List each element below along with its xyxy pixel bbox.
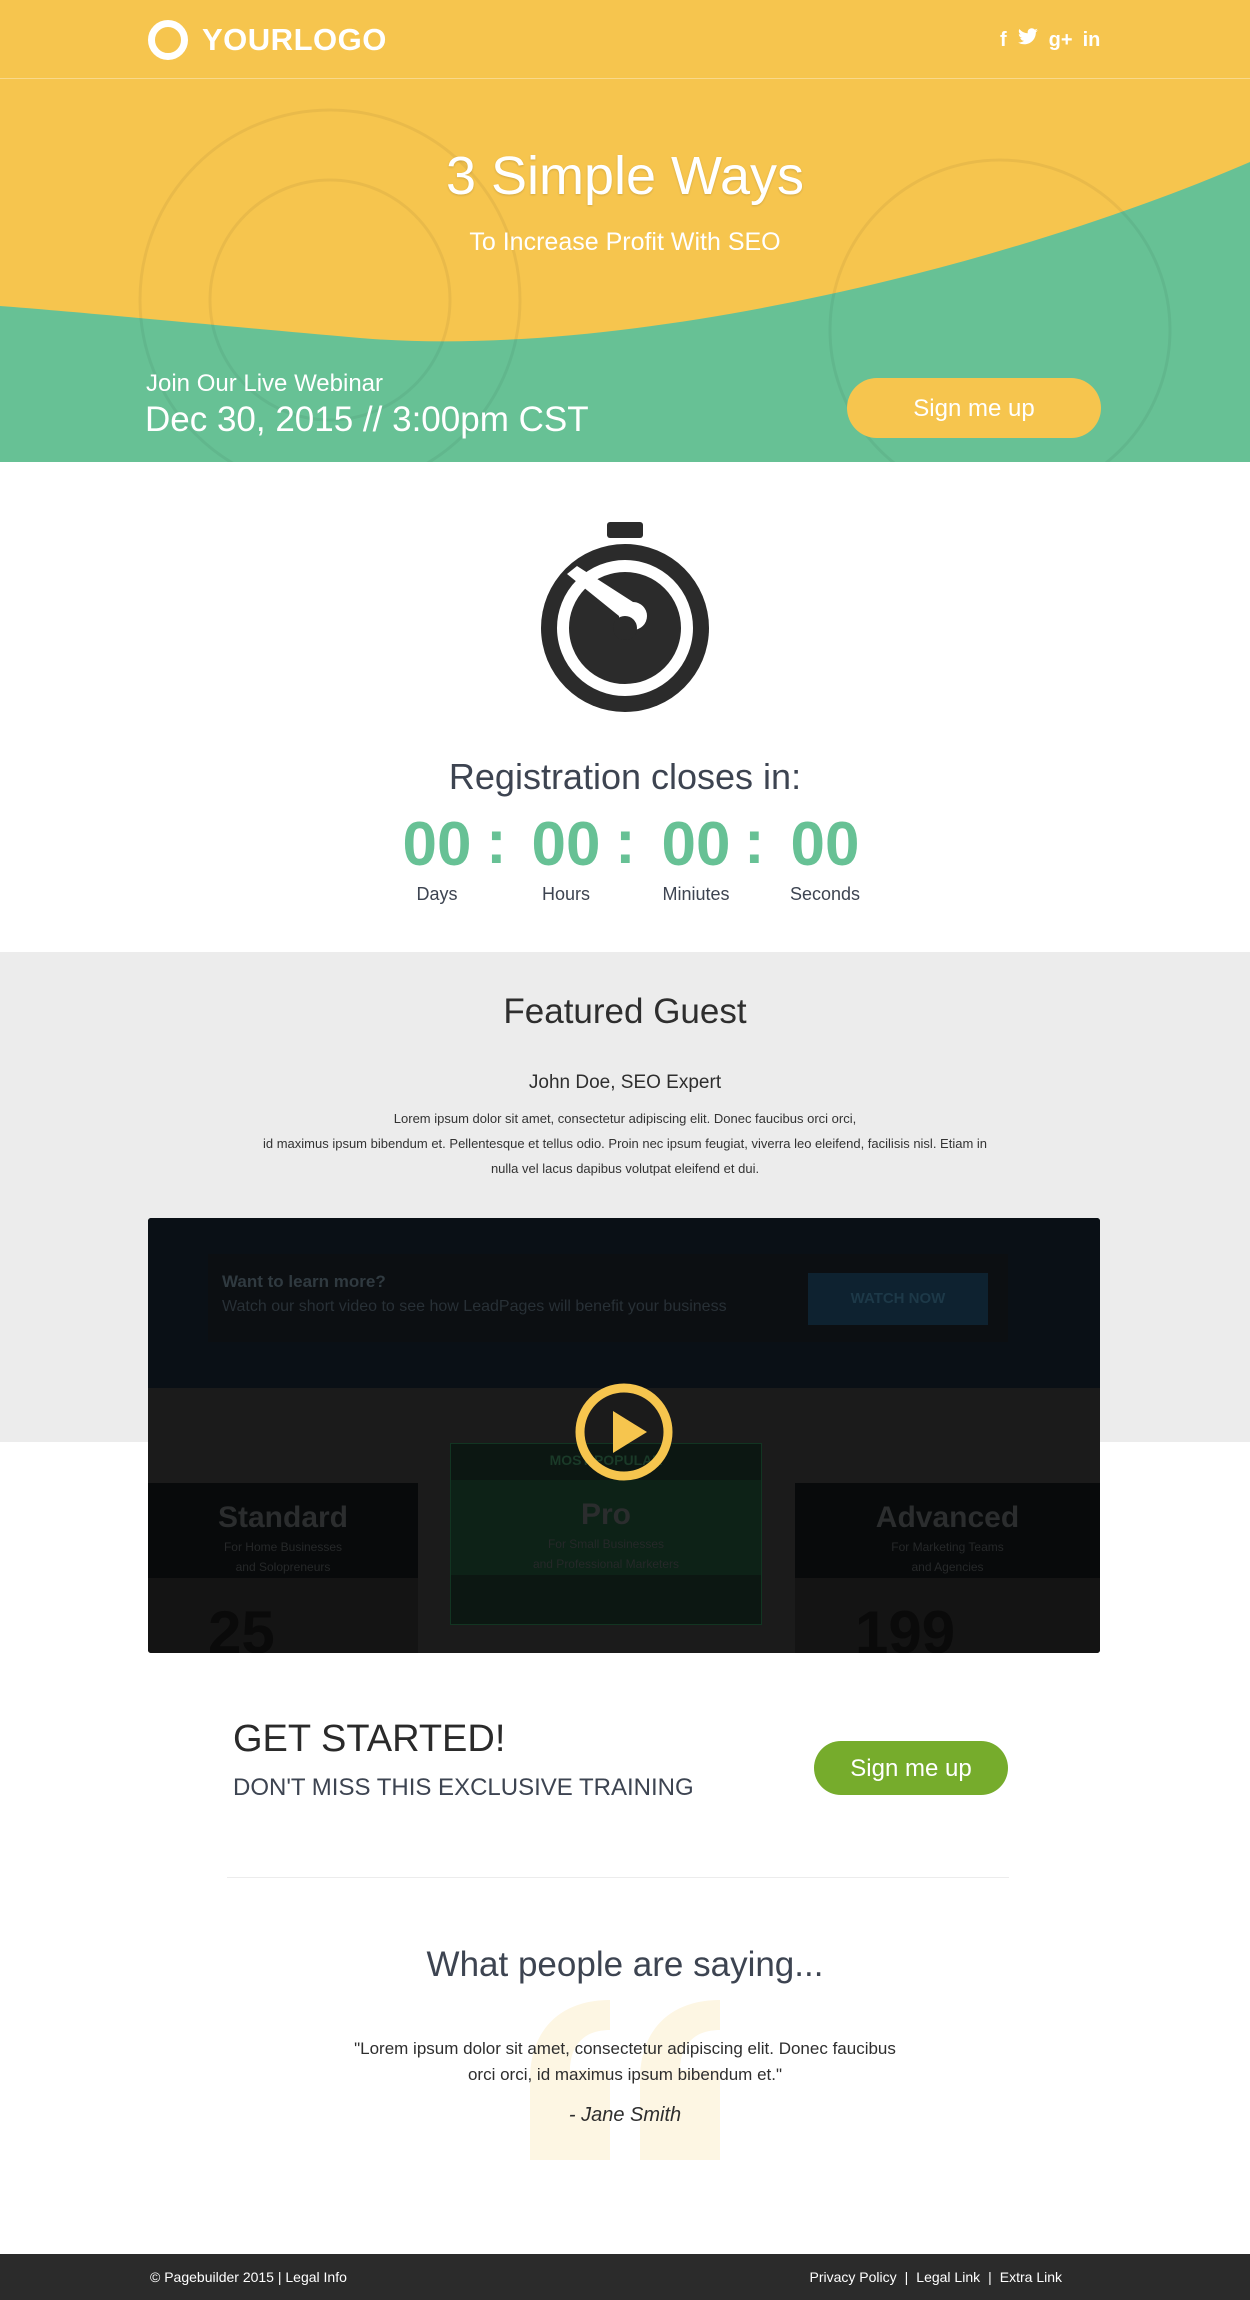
testimonial-quote: "Lorem ipsum dolor sit amet, consectetur… <box>330 2036 920 2088</box>
header-divider <box>0 78 1250 79</box>
registration-title: Registration closes in: <box>448 756 802 797</box>
hero-title: 3 Simple Ways <box>445 146 805 206</box>
featured-guest-title: Featured Guest <box>503 992 747 1031</box>
testimonial-quote-line: orci orci, id maximus ipsum bibendum et.… <box>467 2065 783 2084</box>
guest-name: John Doe, SEO Expert <box>528 1072 722 1093</box>
social-links: f g+ in <box>1000 28 1100 52</box>
countdown-hours: 00 Hours <box>521 808 611 905</box>
testimonial-quote-line: "Lorem ipsum dolor sit amet, consectetur… <box>354 2039 896 2058</box>
logo-text: YOURLOGO <box>202 22 387 57</box>
video-banner-title: Want to learn more? <box>222 1272 386 1291</box>
countdown-hours-value: 00 <box>531 810 601 879</box>
video-card-subtitle: and Agencies <box>911 1560 984 1574</box>
video-card-name: Standard <box>217 1501 349 1534</box>
play-icon[interactable] <box>575 1383 673 1481</box>
stopwatch-icon <box>541 522 709 712</box>
hero-section: YOURLOGO f g+ in 3 Simple Ways To Increa… <box>0 0 1250 462</box>
countdown-seconds-value: 00 <box>790 810 860 879</box>
video-watch-now-button: WATCH NOW <box>808 1273 988 1325</box>
section-divider <box>227 1877 1009 1878</box>
guest-bio-line: id maximus ipsum bibendum et. Pellentesq… <box>262 1136 988 1151</box>
webinar-label: Join Our Live Webinar <box>146 370 383 397</box>
footer-links: Privacy Policy | Legal Link | Extra Link <box>810 2269 1063 2285</box>
get-started-subtitle: DON'T MISS THIS EXCLUSIVE TRAINING <box>233 1774 694 1801</box>
google-plus-icon[interactable]: g+ <box>1049 28 1073 52</box>
video-card-name: Advanced <box>875 1501 1020 1534</box>
countdown-days-label: Days <box>416 884 458 904</box>
countdown-minutes: 00 Miniutes <box>651 808 741 905</box>
video-card-advanced: Advanced For Marketing Teams and Agencie… <box>795 1483 1100 1653</box>
logo[interactable]: YOURLOGO <box>148 20 387 60</box>
video-banner-text: Watch our short video to see how LeadPag… <box>222 1298 727 1315</box>
guest-bio-line: Lorem ipsum dolor sit amet, consectetur … <box>393 1111 857 1126</box>
footer-link-legal[interactable]: Legal Link <box>916 2269 980 2285</box>
testimonial-author: - Jane Smith <box>568 2104 682 2126</box>
video-card-subtitle: and Solopreneurs <box>235 1560 331 1574</box>
webinar-date: Dec 30, 2015 // 3:00pm CST <box>145 400 589 439</box>
countdown-minutes-value: 00 <box>661 810 731 879</box>
countdown-days: 00 Days <box>392 808 482 905</box>
footer-copyright[interactable]: © Pagebuilder 2015 | Legal Info <box>150 2269 347 2285</box>
video-card-header: Advanced For Marketing Teams and Agencie… <box>795 1483 1100 1578</box>
get-started-title: GET STARTED! <box>233 1718 506 1760</box>
countdown-separator: : <box>486 808 507 877</box>
twitter-icon[interactable] <box>1017 28 1039 52</box>
countdown-seconds-label: Seconds <box>789 884 861 904</box>
video-card-price: 25 <box>208 1599 275 1653</box>
countdown-minutes-label: Miniutes <box>662 884 730 904</box>
footer-link-extra[interactable]: Extra Link <box>1000 2269 1062 2285</box>
countdown-hours-label: Hours <box>541 884 590 904</box>
countdown-seconds: 00 Seconds <box>780 808 870 905</box>
footer-link-privacy[interactable]: Privacy Policy <box>810 2269 897 2285</box>
countdown-separator: : <box>744 808 765 877</box>
footer: © Pagebuilder 2015 | Legal Info Privacy … <box>0 2254 1250 2300</box>
footer-separator: | <box>988 2269 992 2285</box>
video-card-header: Pro For Small Businesses and Professiona… <box>451 1480 761 1575</box>
linkedin-icon[interactable]: in <box>1083 28 1101 52</box>
countdown-timer: 00 Days : 00 Hours : 00 Miniutes : 00 Se… <box>392 808 862 908</box>
testimonials-title: What people are saying... <box>426 1945 824 1984</box>
video-card-subtitle: For Home Businesses <box>223 1540 343 1554</box>
guest-bio: Lorem ipsum dolor sit amet, consectetur … <box>240 1106 1010 1181</box>
video-card-standard: Standard For Home Businesses and Solopre… <box>148 1483 418 1653</box>
video-card-price: 199 <box>855 1599 956 1653</box>
footer-separator: | <box>904 2269 909 2285</box>
get-started-sign-up-button[interactable]: Sign me up <box>814 1741 1008 1795</box>
video-card-name: Pro <box>580 1498 631 1531</box>
facebook-icon[interactable]: f <box>1000 28 1007 52</box>
video-player[interactable]: Want to learn more? Watch our short vide… <box>148 1218 1100 1653</box>
logo-ring-icon <box>148 20 188 60</box>
hero-subtitle: To Increase Profit With SEO <box>469 228 781 256</box>
video-card-subtitle: For Marketing Teams <box>891 1540 1004 1554</box>
countdown-days-value: 00 <box>402 810 472 879</box>
countdown-separator: : <box>615 808 636 877</box>
video-card-subtitle: and Professional Marketers <box>532 1557 680 1571</box>
hero-sign-up-button[interactable]: Sign me up <box>847 378 1101 438</box>
video-card-subtitle: For Small Businesses <box>547 1537 665 1551</box>
video-card-header: Standard For Home Businesses and Solopre… <box>148 1483 418 1578</box>
guest-bio-line: nulla vel lacus dapibus volutpat eleifen… <box>490 1161 760 1176</box>
